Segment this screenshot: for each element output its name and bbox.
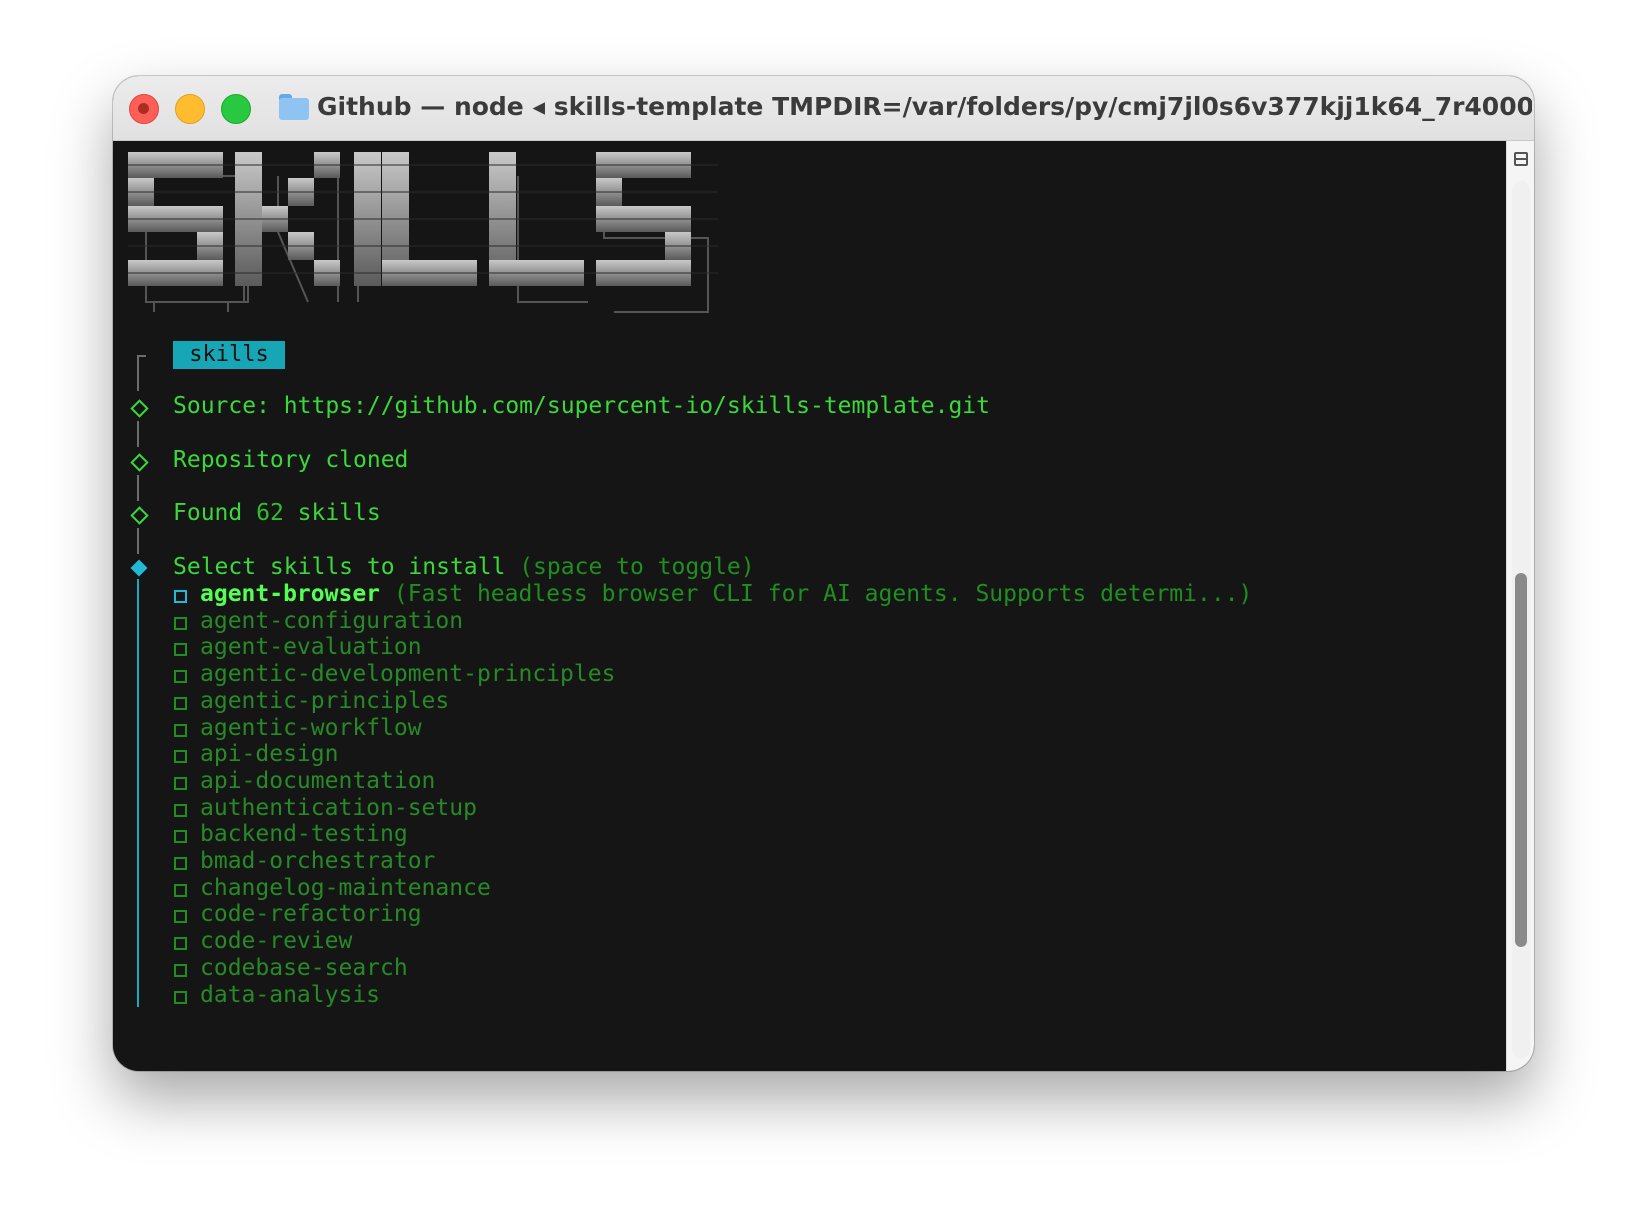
window-title: Github — node ◂ skills-template TMPDIR=/… bbox=[317, 92, 1532, 121]
terminal-window: Github — node ◂ skills-template TMPDIR=/… bbox=[113, 76, 1534, 1071]
scrollbar[interactable] bbox=[1506, 141, 1534, 1071]
skill-checkbox[interactable] bbox=[174, 883, 187, 897]
scrollbar-menu-icon[interactable] bbox=[1514, 152, 1528, 166]
skill-option[interactable]: agent-configuration bbox=[200, 608, 463, 635]
gutter-line bbox=[137, 528, 139, 554]
skill-checkbox[interactable] bbox=[174, 963, 187, 977]
repository-status: Repository cloned bbox=[173, 447, 409, 473]
skill-checkbox[interactable] bbox=[174, 803, 187, 817]
skill-name: agentic-principles bbox=[200, 687, 450, 714]
title-bar[interactable]: Github — node ◂ skills-template TMPDIR=/… bbox=[113, 76, 1534, 141]
step-done-icon bbox=[130, 399, 149, 418]
skills-logo bbox=[128, 152, 718, 313]
skill-description: (Fast headless browser CLI for AI agents… bbox=[380, 581, 1253, 607]
skill-option[interactable]: agent-evaluation bbox=[200, 634, 422, 661]
skill-checkbox[interactable] bbox=[174, 830, 187, 844]
skill-option[interactable]: changelog-maintenance bbox=[200, 875, 491, 902]
skill-name: bmad-orchestrator bbox=[200, 848, 436, 874]
gutter-line bbox=[137, 421, 139, 447]
skill-name: backend-testing bbox=[200, 821, 408, 848]
scrollbar-thumb[interactable] bbox=[1515, 573, 1527, 947]
skill-checkbox[interactable] bbox=[174, 776, 187, 790]
zoom-button[interactable] bbox=[221, 94, 251, 124]
skill-checkbox[interactable] bbox=[174, 910, 187, 924]
skill-checkbox[interactable] bbox=[174, 590, 187, 603]
skill-name: api-documentation bbox=[200, 767, 436, 794]
skill-checkbox[interactable] bbox=[174, 750, 187, 764]
skill-name: code-refactoring bbox=[200, 901, 422, 928]
skill-option[interactable]: agentic-principles bbox=[200, 688, 449, 715]
skill-name: agent-configuration bbox=[200, 607, 464, 634]
skill-name: agent-evaluation bbox=[200, 634, 422, 661]
step-done-icon bbox=[130, 453, 149, 472]
skill-name: data-analysis bbox=[200, 981, 381, 1008]
skill-option[interactable]: codebase-search bbox=[200, 955, 408, 982]
skill-name: agentic-workflow bbox=[200, 714, 422, 741]
gutter-line bbox=[137, 475, 139, 501]
skill-checkbox[interactable] bbox=[174, 723, 187, 737]
terminal-content[interactable]: skills Source: https://github.com/superc… bbox=[113, 141, 1506, 1071]
skill-option[interactable]: backend-testing bbox=[200, 821, 408, 848]
skill-option[interactable]: agentic-workflow bbox=[200, 715, 422, 742]
skill-option[interactable]: api-design bbox=[200, 741, 338, 768]
skill-option[interactable]: code-review bbox=[200, 928, 352, 955]
prompt-active-icon bbox=[130, 559, 148, 577]
step-done-icon bbox=[130, 506, 149, 525]
skill-option[interactable]: data-analysis bbox=[200, 982, 380, 1009]
skill-option[interactable]: api-documentation bbox=[200, 768, 435, 795]
found-skills-line: Found 62 skills bbox=[173, 500, 381, 527]
found-prefix: Found bbox=[173, 500, 257, 526]
found-suffix: skills bbox=[283, 500, 381, 526]
skill-option[interactable]: authentication-setup bbox=[200, 795, 477, 822]
skill-name: codebase-search bbox=[200, 954, 408, 981]
skill-name: api-design bbox=[200, 741, 339, 768]
skills-count: 62 bbox=[256, 500, 284, 526]
selection-gutter bbox=[137, 579, 139, 1007]
select-prompt: Select skills to install (space to toggl… bbox=[173, 554, 755, 581]
skill-checkbox[interactable] bbox=[174, 990, 187, 1004]
folder-icon bbox=[279, 94, 309, 120]
close-icon bbox=[138, 103, 149, 114]
skill-name: changelog-maintenance bbox=[200, 874, 491, 901]
skill-option[interactable]: agent-browser (Fast headless browser CLI… bbox=[200, 581, 1252, 608]
gutter-line bbox=[137, 355, 139, 391]
skill-option[interactable]: bmad-orchestrator bbox=[200, 848, 435, 875]
source-line: Source: https://github.com/supercent-io/… bbox=[173, 393, 990, 419]
command-badge: skills bbox=[173, 341, 285, 369]
skill-checkbox[interactable] bbox=[174, 696, 187, 710]
close-button[interactable] bbox=[129, 94, 159, 124]
minimize-button[interactable] bbox=[175, 94, 205, 124]
skill-option[interactable]: code-refactoring bbox=[200, 901, 422, 928]
skill-option[interactable]: agentic-development-principles bbox=[200, 661, 615, 688]
skill-name: authentication-setup bbox=[200, 794, 477, 821]
skill-checkbox[interactable] bbox=[174, 616, 187, 630]
skill-name: agent-browser bbox=[200, 581, 381, 607]
skill-name: code-review bbox=[200, 928, 353, 955]
skill-checkbox[interactable] bbox=[174, 937, 187, 951]
prompt-label: Select skills to install bbox=[173, 554, 506, 580]
skill-name: agentic-development-principles bbox=[200, 661, 616, 688]
skill-checkbox[interactable] bbox=[174, 670, 187, 684]
skill-checkbox[interactable] bbox=[174, 857, 187, 870]
skill-checkbox[interactable] bbox=[174, 643, 187, 657]
prompt-hint: (space to toggle) bbox=[519, 554, 755, 580]
